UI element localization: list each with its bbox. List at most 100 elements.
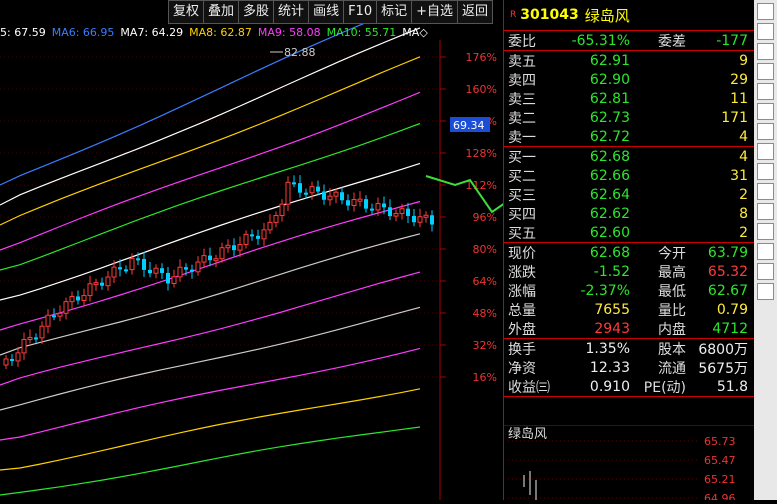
candle-body — [136, 258, 140, 261]
candle-body — [76, 296, 80, 301]
stat-label: 最低 — [658, 283, 686, 300]
up-icon[interactable] — [757, 83, 774, 100]
order-price: 62.90 — [589, 71, 630, 88]
candle-body — [279, 203, 285, 216]
graph-icon[interactable] — [757, 283, 774, 300]
candle-body — [298, 183, 302, 193]
doc-icon[interactable] — [757, 223, 774, 240]
order-volume: 4 — [739, 128, 748, 145]
mini-chart[interactable]: 绿岛风 65.73 65.47 65.21 64.96 — [504, 424, 754, 504]
stat-row: 涨幅 -2.37% 最低 62.67 — [504, 281, 754, 300]
order-price: 62.64 — [589, 186, 630, 203]
y-axis-label: 64% — [473, 275, 497, 288]
order-label: 卖二 — [508, 110, 536, 127]
candle-body — [160, 268, 164, 273]
candle-body — [267, 221, 273, 231]
candle-body — [63, 301, 69, 314]
candle-body — [93, 282, 99, 286]
candle-body — [417, 216, 423, 223]
trend-icon[interactable] — [757, 43, 774, 60]
toolbar-button[interactable]: 叠加 — [203, 0, 240, 24]
toolbar-button[interactable]: +自选 — [411, 0, 459, 24]
candle-body — [388, 207, 392, 217]
candle-body — [15, 352, 21, 362]
quote-panel: R 301043 绿岛风 委比 -65.31% 委差 -177 卖五 62.91 9… — [503, 0, 754, 504]
extra-value: 5675万 — [698, 360, 748, 377]
stock-header: R 301043 绿岛风 — [504, 0, 754, 31]
grid-icon[interactable] — [757, 263, 774, 280]
stat-row: 总量 7655 量比 0.79 — [504, 300, 754, 319]
bar-icon[interactable] — [757, 123, 774, 140]
candle-body — [21, 338, 27, 354]
order-row: 卖四 62.90 29 — [504, 70, 754, 89]
candle-body — [364, 199, 368, 209]
ma-legend-item: MA9: 58.08 — [257, 26, 321, 39]
toolbar-button[interactable]: 统计 — [273, 0, 310, 24]
candle-body — [412, 215, 416, 223]
fc-icon[interactable] — [757, 203, 774, 220]
fz-icon[interactable] — [757, 183, 774, 200]
order-row: 买五 62.60 2 — [504, 223, 754, 242]
stock-code[interactable]: 301043 — [520, 7, 578, 23]
toolbar-button[interactable]: 复权 — [168, 0, 205, 24]
order-row: 卖五 62.91 9 — [504, 51, 754, 70]
candle-body — [118, 267, 122, 270]
order-row: 买四 62.62 8 — [504, 204, 754, 223]
rsi-icon[interactable] — [757, 243, 774, 260]
stock-name[interactable]: 绿岛风 — [585, 5, 630, 26]
ma-legend: 5: 67.59 MA6: 66.95 MA7: 64.29 MA8: 62.87 MA… — [0, 26, 434, 42]
order-price: 62.68 — [589, 148, 630, 165]
stat-row: 涨跌 -1.52 最高 65.32 — [504, 262, 754, 281]
tool-strip — [754, 0, 777, 500]
extra-label: PE(动) — [643, 379, 686, 396]
extra-label: 净资 — [508, 360, 536, 377]
candle-body — [304, 192, 308, 195]
order-label: 卖三 — [508, 91, 536, 108]
ma-legend-item: MA6: 66.95 — [51, 26, 115, 39]
toolbar-button[interactable]: 画线 — [308, 0, 345, 24]
order-label: 买一 — [508, 149, 536, 166]
candle-body — [243, 233, 249, 246]
toolbar-button[interactable]: 标记 — [376, 0, 413, 24]
stat-label: 今开 — [658, 245, 686, 262]
stat-value: -1.52 — [593, 263, 630, 280]
order-row: 买三 62.64 2 — [504, 185, 754, 204]
candle-body — [309, 186, 315, 194]
candle-body — [129, 257, 135, 271]
candle-icon[interactable] — [757, 103, 774, 120]
weicha-label: 委差 — [658, 33, 686, 50]
mini-price-label: 64.96 — [704, 492, 736, 500]
kline-chart[interactable]: 176%160%144%128%112%96%80%64%48%32%16%69… — [0, 0, 681, 500]
order-price: 62.66 — [589, 167, 630, 184]
candle-body — [232, 245, 236, 251]
toolbar-button[interactable]: 返回 — [457, 0, 494, 24]
candle-body — [153, 267, 159, 274]
candle-body — [250, 234, 254, 237]
f10-icon[interactable] — [757, 163, 774, 180]
fund-icon[interactable] — [757, 143, 774, 160]
candle-body — [256, 235, 260, 239]
candle-body — [124, 269, 128, 272]
candle-body — [285, 181, 291, 205]
arrow-icon[interactable] — [757, 23, 774, 40]
order-label: 买四 — [508, 206, 536, 223]
ma-legend-item: MA10: 55.71 — [326, 26, 397, 39]
expand-icon[interactable] — [757, 3, 774, 20]
candle-body — [52, 315, 56, 318]
kline-canvas[interactable]: 176%160%144%128%112%96%80%64%48%32%16%69… — [0, 0, 681, 500]
stat-label: 现价 — [508, 245, 536, 262]
toolbar-button[interactable]: F10 — [343, 0, 378, 24]
y-axis-label: 32% — [473, 339, 497, 352]
order-volume: 9 — [739, 52, 748, 69]
line-icon[interactable] — [757, 63, 774, 80]
stat-label: 量比 — [658, 302, 686, 319]
candle-body — [184, 267, 188, 270]
toolbar-button[interactable]: 多股 — [238, 0, 275, 24]
candle-body — [333, 191, 339, 197]
weicha-value: -177 — [716, 32, 748, 49]
order-row: 买二 62.66 31 — [504, 166, 754, 185]
candle-body — [190, 269, 194, 272]
candle-body — [370, 208, 374, 211]
candle-body — [406, 208, 410, 216]
buy-orders: 买一 62.68 4 买二 62.66 31 买三 62.64 2 买四 62.62 8 买五 62.60… — [504, 147, 754, 243]
